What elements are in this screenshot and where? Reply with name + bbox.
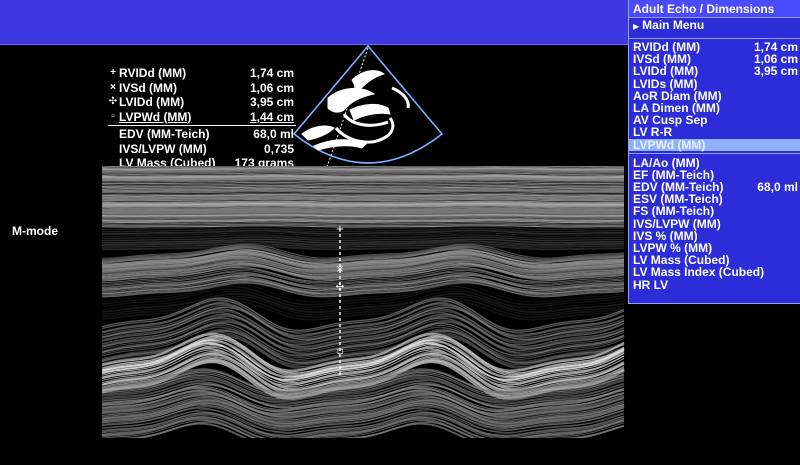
readout-divider: [108, 125, 296, 126]
menu-group-measurements: RVIDd (MM) 1,74 cm IVSd (MM) 1,06 cm LVIDd (…: [629, 39, 800, 151]
menu-title: Adult Echo / Dimensions: [629, 0, 800, 18]
measurement-row: × IVSd (MM) 1,06 cm: [108, 81, 296, 96]
menu-divider: [629, 152, 800, 154]
triangle-right-icon: ▶: [633, 22, 640, 31]
caliper-marker-icon: +: [110, 67, 116, 78]
menu-item[interactable]: HR LV: [629, 277, 800, 292]
svg-text:+: +: [336, 224, 344, 235]
calculation-value: 68,0 ml: [253, 127, 294, 141]
measurement-label: LVPWd (MM): [119, 109, 192, 124]
measurement-label: RVIDd (MM): [119, 66, 187, 80]
calculation-value: 0,735: [263, 141, 294, 156]
measurement-menu: Adult Echo / Dimensions ▶ Main Menu RVIDd…: [628, 0, 800, 304]
calculation-label: EDV (MM-Teich): [119, 127, 210, 141]
svg-text:▫: ▫: [337, 346, 344, 357]
sector-thumbnail: [292, 42, 444, 172]
m-mode-trace: + × ✣ ▫: [102, 166, 628, 438]
menu-item[interactable]: LVPWd (MM): [629, 137, 800, 152]
svg-text:×: ×: [336, 264, 344, 275]
calculation-row: EDV (MM-Teich) 68,0 ml: [108, 127, 296, 142]
measurement-value: 3,95 cm: [249, 95, 294, 109]
measurement-value: 1,06 cm: [249, 80, 294, 95]
menu-item-label: LVPWd (MM): [633, 137, 706, 152]
caliper-marker-icon: ▫: [111, 110, 115, 122]
measurement-value: 1,74 cm: [249, 66, 294, 80]
mode-label: M-mode: [12, 224, 58, 238]
calculation-label: IVS/LVPW (MM): [119, 141, 207, 156]
measurement-label: LVIDd (MM): [119, 95, 185, 109]
menu-item-value: 3,95 cm: [753, 64, 798, 79]
menu-group-calculations: LA/Ao (MM) EF (MM-Teich) EDV (MM-Teich) 68,…: [629, 156, 800, 292]
measurement-label: IVSd (MM): [119, 80, 177, 95]
svg-text:✣: ✣: [336, 282, 344, 293]
measurement-readout: + RVIDd (MM) 1,74 cm × IVSd (MM) 1,06 cm ✣ LVID…: [108, 66, 296, 171]
calculation-row: IVS/LVPW (MM) 0,735: [108, 142, 296, 157]
measurement-row: + RVIDd (MM) 1,74 cm: [108, 66, 296, 81]
main-menu-item[interactable]: ▶ Main Menu: [629, 18, 800, 33]
menu-item-value: 68,0 ml: [757, 180, 798, 195]
caliper-marker-icon: ×: [110, 81, 116, 93]
measurement-row: ✣ LVIDd (MM) 3,95 cm: [108, 95, 296, 110]
measurement-row: ▫ LVPWd (MM) 1,44 cm: [108, 110, 296, 125]
caliper-marker-icon: ✣: [108, 96, 118, 107]
measurement-value: 1,44 cm: [249, 109, 294, 124]
menu-item-label: HR LV: [633, 277, 669, 292]
